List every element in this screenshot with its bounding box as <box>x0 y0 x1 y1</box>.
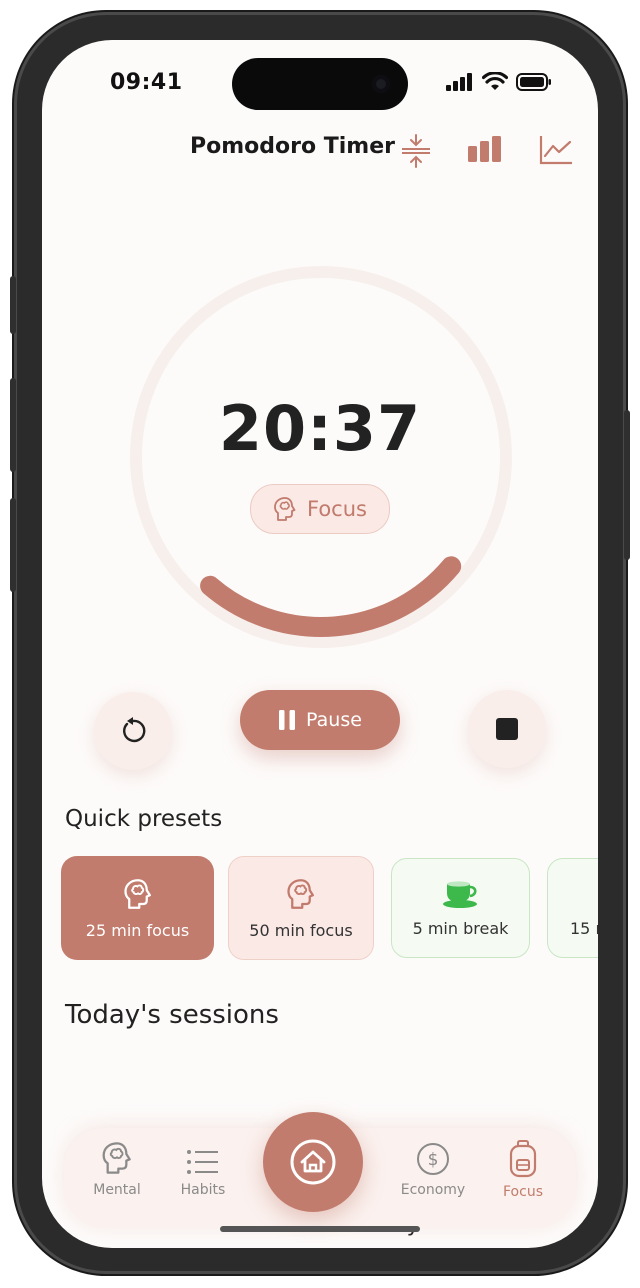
pause-button[interactable]: Pause <box>240 690 400 750</box>
mode-label: Focus <box>307 497 367 521</box>
wifi-icon <box>482 72 508 90</box>
svg-text:$: $ <box>428 1150 439 1170</box>
dynamic-island <box>232 58 408 110</box>
reset-button[interactable] <box>94 692 172 770</box>
preset-label: 5 min break <box>412 918 509 938</box>
brain-icon <box>123 878 151 909</box>
compress-icon[interactable] <box>398 132 434 168</box>
nav-label: Economy <box>400 1182 466 1198</box>
brain-icon <box>287 878 314 909</box>
pause-label: Pause <box>306 709 362 731</box>
timer-display: 20:37 <box>218 392 422 465</box>
preset-5-min-break[interactable]: 5 min break <box>391 858 530 958</box>
nav-item-habits[interactable]: Habits <box>158 1148 248 1198</box>
nav-label: Focus <box>503 1184 543 1200</box>
preset-label: 25 min focus <box>85 920 190 940</box>
preset-label: 15 r <box>570 918 598 938</box>
preset-label: 50 min focus <box>249 920 353 940</box>
line-chart-icon[interactable] <box>538 132 574 168</box>
volume-up-button <box>10 378 16 472</box>
backpack-icon <box>509 1140 537 1178</box>
home-button[interactable] <box>263 1112 363 1212</box>
volume-down-button <box>10 498 16 592</box>
app-screen: 09:41 Pomodoro Timer 20:37 Focus Pause Q… <box>42 40 598 1248</box>
brain-icon <box>274 497 296 521</box>
power-button <box>624 410 630 560</box>
nav-item-mental[interactable]: Mental <box>72 1140 162 1198</box>
sessions-title: Today's sessions <box>65 1000 279 1030</box>
signal-icon <box>446 73 472 91</box>
reset-icon <box>123 717 146 743</box>
stop-icon <box>496 718 518 740</box>
status-time: 09:41 <box>110 70 183 95</box>
page-title: Pomodoro Timer <box>190 134 396 159</box>
nav-item-economy[interactable]: $ Economy <box>388 1142 478 1198</box>
presets-title: Quick presets <box>65 806 223 832</box>
coffee-cup-icon <box>442 880 477 908</box>
nav-label: Mental <box>93 1182 141 1198</box>
action-button <box>10 276 16 334</box>
brain-icon <box>102 1142 131 1174</box>
home-icon <box>290 1139 336 1185</box>
preset-list: 25 min focus 50 min focus 5 min break 15… <box>42 856 598 964</box>
pause-icon <box>279 710 296 730</box>
preset-50-min-focus[interactable]: 50 min focus <box>228 856 374 960</box>
preset-25-min-focus[interactable]: 25 min focus <box>61 856 214 960</box>
nav-label: Habits <box>180 1182 226 1198</box>
bar-chart-icon[interactable] <box>466 132 502 168</box>
nav-item-focus[interactable]: Focus <box>478 1140 568 1200</box>
stop-button[interactable] <box>468 690 546 768</box>
battery-icon <box>516 73 551 91</box>
mode-chip[interactable]: Focus <box>250 484 390 534</box>
home-indicator[interactable] <box>220 1226 420 1232</box>
camera-icon <box>372 75 390 93</box>
list-icon <box>187 1150 218 1174</box>
dollar-icon: $ <box>417 1143 449 1175</box>
status-icons <box>446 70 552 94</box>
preset-15-min-break[interactable]: 15 r <box>547 858 598 958</box>
